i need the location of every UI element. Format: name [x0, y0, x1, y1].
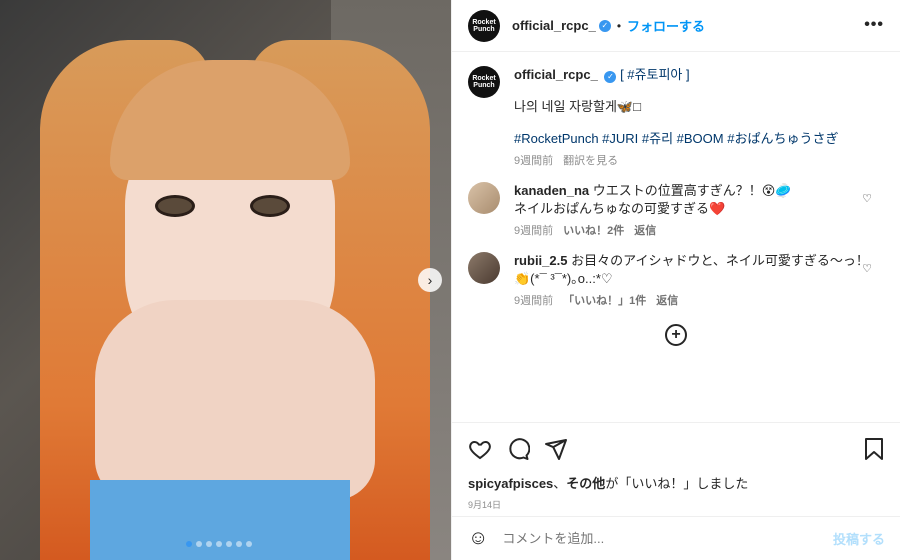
comment-content: rubii_2.5 お目々のアイシャドウと、ネイル可愛すぎる〜っ！👏(*¯ ³¯…: [514, 252, 884, 310]
carousel-dot: [236, 541, 242, 547]
comment-icon[interactable]: [506, 437, 530, 461]
heart-icon[interactable]: [468, 437, 492, 461]
author-username[interactable]: official_rcpc_: [512, 18, 596, 33]
carousel-dots: [186, 541, 252, 547]
comment-row: kanaden_na ウエストの位置高すぎん？！😵🥏 ネイルおぱんちゅなの可愛す…: [468, 182, 884, 240]
bookmark-icon[interactable]: [863, 437, 885, 461]
chevron-right-icon[interactable]: ›: [418, 268, 442, 292]
comments-section: Rocket Punch official_rcpc_ ✓ [ #쥬토피아 ] 나…: [452, 52, 900, 422]
post-date[interactable]: 9月14日: [468, 498, 885, 511]
action-icons: [468, 435, 885, 463]
carousel-dot: [216, 541, 222, 547]
comment-time[interactable]: 9週間前: [514, 222, 553, 240]
caption-hashtags[interactable]: #RocketPunch #JURI #쥬리 #BOOM #おぱんちゅうさぎ: [514, 130, 884, 148]
plus-circle-icon[interactable]: +: [665, 324, 687, 346]
comment-text: お目々のアイシャドウと、ネイル可愛すぎる〜っ！👏(*¯ ³¯*)｡o..:*♡: [514, 253, 869, 286]
liker-username[interactable]: spicyafpisces: [468, 476, 553, 491]
add-comment-bar: ☺ 投稿する: [452, 516, 900, 560]
comment-meta: 9週間前 「いいね！」1件 返信: [514, 292, 884, 310]
caption-row: Rocket Punch official_rcpc_ ✓ [ #쥬토피아 ] 나…: [468, 66, 884, 170]
post-comment-button[interactable]: 投稿する: [833, 529, 885, 548]
more-options-icon[interactable]: •••: [864, 16, 884, 34]
caption-body: 나의 네일 자랑할게🦋□: [514, 99, 641, 114]
load-more-comments: +: [468, 324, 884, 346]
post-actions: spicyafpisces、その他が「いいね！」しました 9月14日: [452, 422, 900, 511]
comment-time[interactable]: 9週間前: [514, 292, 553, 310]
comment-username[interactable]: rubii_2.5: [514, 253, 567, 268]
emoji-icon[interactable]: ☺: [468, 527, 488, 550]
commenter-avatar[interactable]: [468, 252, 500, 284]
comment-content: kanaden_na ウエストの位置高すぎん？！😵🥏 ネイルおぱんちゅなの可愛す…: [514, 182, 884, 240]
comment-input[interactable]: [502, 531, 833, 546]
verified-badge-icon: ✓: [604, 71, 617, 83]
caption-username[interactable]: official_rcpc_: [514, 67, 598, 82]
photo-eye-right: [250, 195, 290, 217]
likes-others-link[interactable]: その他: [566, 476, 605, 491]
translate-link[interactable]: 翻訳を見る: [563, 152, 618, 170]
instagram-post: › Rocket Punch official_rcpc_ ✓ • フォローする …: [0, 0, 900, 560]
verified-badge-icon: ✓: [598, 19, 611, 32]
carousel-dot: [226, 541, 232, 547]
likes-summary: spicyafpisces、その他が「いいね！」しました: [468, 476, 749, 491]
carousel-dot: [186, 541, 192, 547]
caption-meta: 9週間前 翻訳を見る: [514, 152, 884, 170]
commenter-avatar[interactable]: [468, 182, 500, 214]
comment-likes[interactable]: 「いいね！」1件: [563, 292, 646, 310]
caption-time[interactable]: 9週間前: [514, 152, 553, 170]
carousel-dot: [246, 541, 252, 547]
carousel-dot: [206, 541, 212, 547]
post-header: Rocket Punch official_rcpc_ ✓ • フォローする ••…: [452, 0, 900, 52]
post-sidebar: Rocket Punch official_rcpc_ ✓ • フォローする ••…: [451, 0, 900, 560]
separator-dot: •: [616, 18, 622, 33]
reply-button[interactable]: 返信: [656, 292, 678, 310]
caption-content: official_rcpc_ ✓ [ #쥬토피아 ] 나의 네일 자랑할게🦋□ …: [514, 66, 884, 170]
post-media[interactable]: ›: [0, 0, 451, 560]
share-icon[interactable]: [544, 437, 568, 461]
reply-button[interactable]: 返信: [634, 222, 656, 240]
author-avatar[interactable]: Rocket Punch: [468, 9, 500, 42]
photo-hands: [95, 300, 375, 500]
photo-eye-left: [155, 195, 195, 217]
comment-meta: 9週間前 いいね！2件 返信: [514, 222, 884, 240]
carousel-dot: [196, 541, 202, 547]
likes-suffix: が「いいね！」しました: [605, 476, 749, 491]
comment-username[interactable]: kanaden_na: [514, 183, 589, 198]
photo-clothing: [90, 480, 350, 560]
comment-row: rubii_2.5 お目々のアイシャドウと、ネイル可愛すぎる〜っ！👏(*¯ ³¯…: [468, 252, 884, 310]
comment-like-heart-icon[interactable]: ♡: [862, 262, 872, 275]
comment-likes[interactable]: いいね！2件: [563, 222, 624, 240]
comment-like-heart-icon[interactable]: ♡: [862, 192, 872, 205]
follow-button[interactable]: フォローする: [627, 16, 705, 35]
caption-title[interactable]: [ #쥬토피아 ]: [620, 67, 690, 82]
caption-avatar[interactable]: Rocket Punch: [468, 66, 500, 98]
